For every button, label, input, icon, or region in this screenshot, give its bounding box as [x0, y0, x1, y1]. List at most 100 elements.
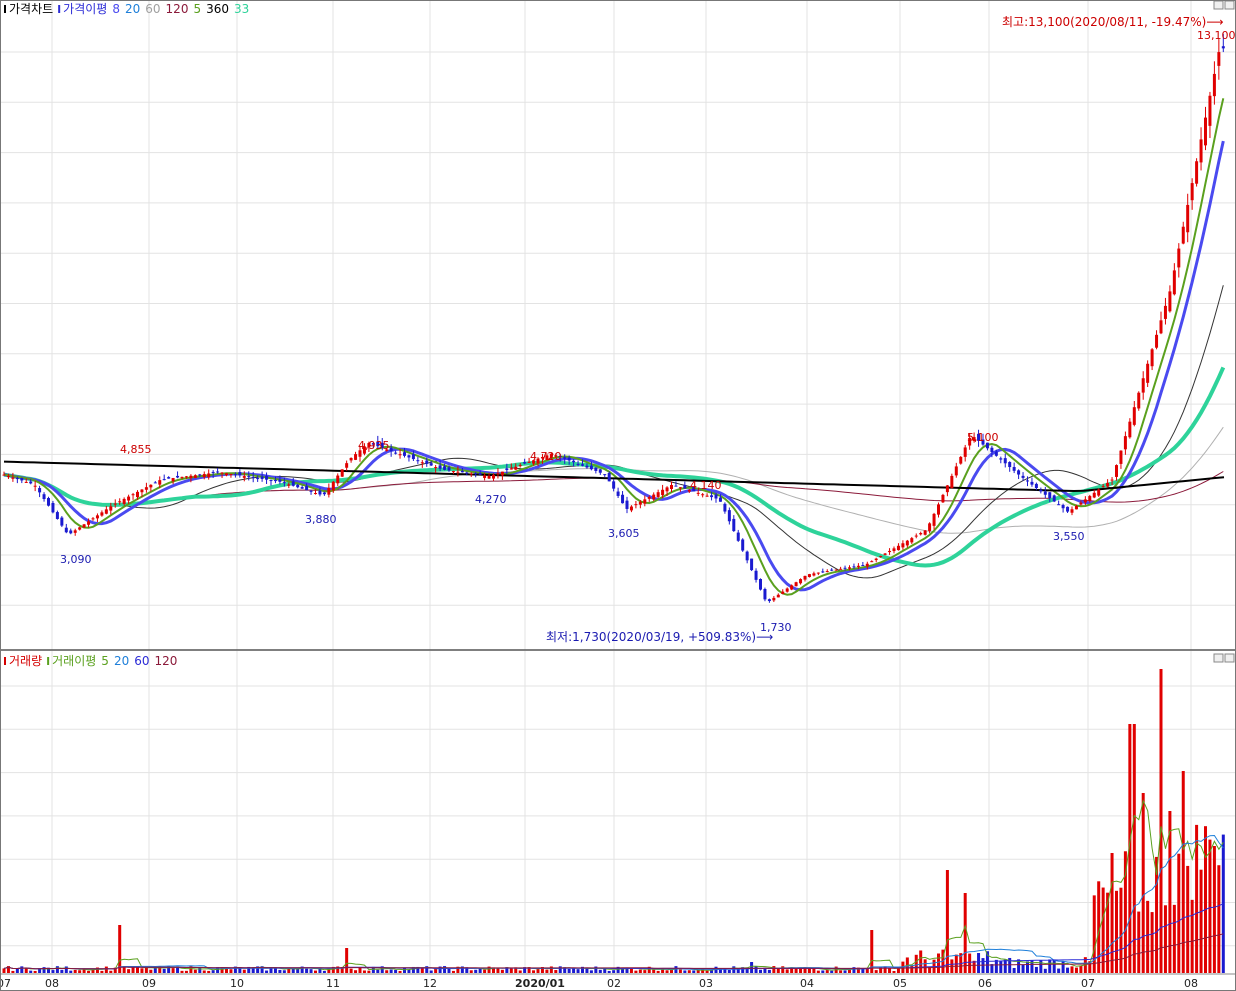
- candle-body: [2, 474, 6, 476]
- volume-bar: [20, 966, 24, 973]
- volume-bar: [29, 970, 33, 973]
- candle-body: [750, 558, 754, 571]
- candle-body: [55, 512, 59, 519]
- volume-bar: [162, 968, 166, 973]
- volume-bar: [914, 954, 918, 973]
- volume-bar: [1141, 793, 1145, 973]
- candle-body: [830, 569, 834, 571]
- volume-bar: [500, 969, 504, 973]
- volume-bar: [451, 970, 455, 973]
- candle-body: [1092, 492, 1096, 498]
- candle-body: [113, 503, 117, 505]
- volume-bar: [1079, 965, 1083, 973]
- candle-body: [834, 569, 838, 571]
- candle-body: [874, 558, 878, 561]
- candle-body: [1012, 467, 1016, 471]
- candle-body: [581, 464, 584, 466]
- volume-bar: [202, 970, 206, 973]
- volume-bar: [265, 970, 269, 973]
- volume-bar: [661, 969, 665, 973]
- candle-body: [189, 475, 193, 479]
- candle-body: [1155, 334, 1159, 348]
- candle-body: [1070, 509, 1074, 513]
- candle-body: [710, 495, 714, 498]
- volume-bar: [1043, 968, 1047, 973]
- volume-bar: [767, 969, 771, 973]
- candle-body: [674, 485, 678, 487]
- candle-body: [634, 504, 638, 506]
- legend-marker: [47, 657, 50, 665]
- candle-body: [994, 451, 998, 456]
- legend-item: 8: [112, 2, 120, 16]
- candle-body: [1123, 436, 1127, 450]
- volume-bar: [278, 969, 282, 973]
- peak-label: 3,550: [1053, 530, 1085, 543]
- volume-bar: [87, 970, 91, 973]
- legend-item: 20: [114, 654, 129, 668]
- candle-body: [291, 481, 295, 486]
- candle-body: [723, 503, 727, 512]
- volume-bar: [1061, 961, 1065, 973]
- candle-body: [340, 469, 344, 477]
- volume-bar: [420, 968, 424, 973]
- candle-body: [945, 485, 949, 493]
- candle-body: [896, 545, 900, 551]
- candle-body: [914, 535, 918, 537]
- candle-body: [870, 561, 874, 563]
- candle-body: [727, 510, 731, 522]
- candle-body: [167, 477, 171, 479]
- candle-body: [69, 530, 73, 534]
- candle-body: [505, 468, 509, 471]
- candle-body: [265, 475, 269, 480]
- candle-body: [1128, 421, 1132, 438]
- candle-body: [318, 490, 322, 495]
- candle-body: [411, 454, 415, 460]
- candle-body: [42, 494, 46, 500]
- legend-item: 5: [101, 654, 109, 668]
- volume-bar: [518, 970, 522, 973]
- candle-body: [776, 594, 780, 598]
- volume-bar: [598, 969, 602, 973]
- candle-body: [296, 484, 300, 488]
- peak-label: 3,090: [60, 553, 92, 566]
- candle-body: [794, 582, 798, 587]
- volume-bar: [772, 966, 776, 973]
- volume-bar: [1199, 869, 1203, 973]
- volume-panel-buttons[interactable]: [1213, 653, 1235, 663]
- candle-body: [78, 527, 82, 530]
- peak-label: 4,270: [475, 493, 507, 506]
- x-tick-label: 02: [607, 977, 621, 990]
- volume-bar: [576, 969, 580, 973]
- volume-bar: [367, 970, 371, 973]
- volume-bar: [354, 970, 358, 973]
- candle-body: [1061, 505, 1065, 509]
- candle-body: [888, 550, 892, 553]
- volume-bar: [1190, 899, 1194, 973]
- x-tick-label: 09: [142, 977, 156, 990]
- candle-body: [1141, 378, 1145, 393]
- candle-body: [661, 489, 665, 496]
- candle-body: [300, 487, 304, 489]
- legend-item: 거래량: [9, 654, 42, 668]
- volume-bar: [1186, 865, 1190, 973]
- candle-body: [162, 479, 166, 481]
- volume-bar: [923, 959, 927, 973]
- candle-body: [1137, 392, 1141, 409]
- candle-body: [937, 504, 940, 515]
- candle-body: [781, 591, 785, 594]
- volume-bar: [665, 970, 669, 973]
- volume-bar: [1101, 887, 1105, 973]
- candle-body: [598, 469, 602, 473]
- candle-body: [131, 494, 135, 496]
- volume-bar: [687, 970, 691, 973]
- volume-bar: [545, 969, 549, 973]
- candle-body: [251, 477, 255, 479]
- candle-body: [612, 481, 616, 489]
- volume-bar: [896, 968, 900, 973]
- candle-body: [158, 480, 162, 485]
- volume-bar: [812, 968, 816, 973]
- candle-body: [1008, 461, 1012, 468]
- candle-body: [879, 556, 883, 558]
- candle-body: [1181, 226, 1185, 244]
- volume-bar: [1204, 826, 1207, 973]
